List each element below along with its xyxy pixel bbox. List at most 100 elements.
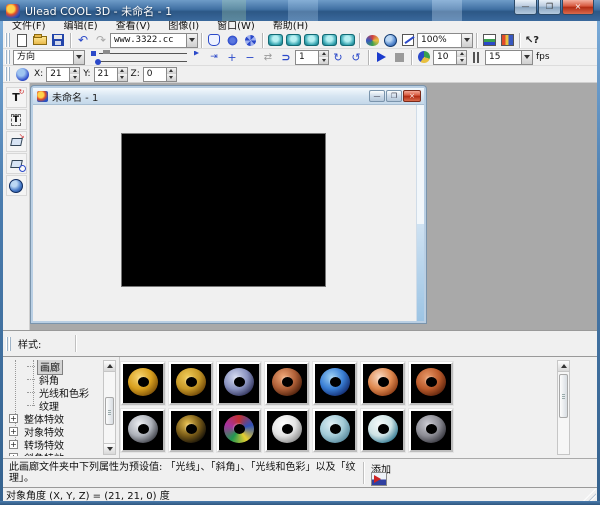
y-spinner[interactable]: 21 <box>94 67 128 82</box>
gallery-thumb-gold-camouflage[interactable] <box>169 409 213 452</box>
gallery-thumb-gold[interactable] <box>121 362 165 405</box>
document-restore-button[interactable]: ❐ <box>386 90 402 102</box>
insert-text-button[interactable]: T ↻ <box>6 87 27 108</box>
gallery-thumb-terracotta[interactable] <box>409 362 453 405</box>
menu-window[interactable]: 窗口(W) <box>208 21 264 32</box>
dropdown-arrow-icon[interactable] <box>521 51 532 64</box>
document-workspace[interactable] <box>33 105 424 321</box>
scrollbar-thumb[interactable] <box>105 397 114 425</box>
spinner-buttons[interactable] <box>166 68 176 81</box>
pan-tool-button[interactable] <box>205 32 223 48</box>
select-area-button[interactable] <box>241 32 259 48</box>
add-button[interactable] <box>371 472 387 486</box>
add-frame-button[interactable]: + <box>223 49 241 65</box>
menu-help[interactable]: 帮助(H) <box>264 21 317 32</box>
spinner-buttons[interactable] <box>456 51 466 64</box>
scene-object-button-1[interactable] <box>266 32 284 48</box>
scene-object-button-2[interactable] <box>284 32 302 48</box>
toolbar-grip[interactable] <box>5 50 10 64</box>
open-button[interactable] <box>31 32 49 48</box>
keyframe-slider[interactable] <box>89 50 201 65</box>
new-document-button[interactable] <box>13 32 31 48</box>
spinner-buttons[interactable] <box>117 68 127 81</box>
scene-object-button-4[interactable] <box>320 32 338 48</box>
gallery-thumb-frosted-blue[interactable] <box>313 409 357 452</box>
context-help-button[interactable]: ↖? <box>523 32 541 48</box>
menu-edit[interactable]: 编辑(E) <box>55 21 107 32</box>
gallery-thumb-stained-glass[interactable] <box>217 409 261 452</box>
menu-view[interactable]: 查看(V) <box>107 21 160 32</box>
palette-button[interactable] <box>363 32 381 48</box>
edit-graphics-button[interactable] <box>6 153 27 174</box>
resize-grip-icon[interactable] <box>583 488 596 501</box>
ease-curve-button[interactable]: ⊃ <box>277 49 295 65</box>
expand-plus-icon[interactable]: + <box>9 453 18 456</box>
z-spinner[interactable]: 0 <box>143 67 177 82</box>
title-bar[interactable]: Ulead COOL 3D - 未命名 - 1 — ❐ × <box>0 0 600 21</box>
document-close-button[interactable]: × <box>403 90 421 102</box>
web-gallery-button[interactable] <box>6 175 27 196</box>
minimize-button[interactable]: — <box>514 0 537 15</box>
spinner-buttons[interactable] <box>69 68 79 81</box>
gallery-thumb-white-glossy[interactable] <box>265 409 309 452</box>
scroll-up-icon[interactable] <box>104 361 115 372</box>
gallery-thumb-chrome-plate[interactable] <box>121 409 165 452</box>
insert-graphics-button[interactable]: ↘ <box>6 131 27 152</box>
panel-grip[interactable] <box>6 337 11 351</box>
tree-scrollbar[interactable] <box>103 360 116 455</box>
gallery-thumb-white-teal-swirl[interactable] <box>361 409 405 452</box>
scrollbar-thumb[interactable] <box>559 374 568 418</box>
spinner-buttons[interactable] <box>318 51 328 64</box>
gallery-thumb-steel-blue[interactable] <box>217 362 261 405</box>
scene-object-button-3[interactable] <box>302 32 320 48</box>
gallery-thumb-orange-swirl[interactable] <box>361 362 405 405</box>
expand-plus-icon[interactable]: + <box>9 414 18 423</box>
gallery-thumb-metal-flange[interactable] <box>409 409 453 452</box>
delete-frame-button[interactable]: − <box>241 49 259 65</box>
render-canvas[interactable] <box>121 133 326 287</box>
menu-file[interactable]: 文件(F) <box>3 21 55 32</box>
stop-button[interactable] <box>390 49 408 65</box>
document-scrollbar[interactable] <box>416 105 424 321</box>
scene-object-button-5[interactable] <box>338 32 356 48</box>
expand-plus-icon[interactable]: + <box>9 440 18 449</box>
web-button[interactable] <box>381 32 399 48</box>
fps-combobox[interactable]: 15 <box>485 50 533 65</box>
zoom-combobox[interactable]: 100% <box>417 33 473 48</box>
expand-plus-icon[interactable]: + <box>9 427 18 436</box>
document-title-bar[interactable]: 未命名 - 1 — ❐ × <box>33 88 424 105</box>
menu-image[interactable]: 图像(I) <box>159 21 208 32</box>
tree-item-bevel-effects[interactable]: +斜角特效 <box>7 451 101 456</box>
undo-button[interactable]: ↶ <box>74 32 92 48</box>
play-button[interactable] <box>372 49 390 65</box>
dropdown-arrow-icon[interactable] <box>461 34 472 47</box>
slider-dot-icon[interactable] <box>95 59 101 65</box>
reverse-button[interactable]: ⇄ <box>259 49 277 65</box>
close-button[interactable]: × <box>562 0 594 15</box>
gallery-scrollbar[interactable] <box>557 360 570 455</box>
pick-object-button[interactable] <box>223 32 241 48</box>
goto-start-button[interactable]: ⇥ <box>205 49 223 65</box>
gallery-thumb-copper-ring[interactable] <box>265 362 309 405</box>
maximize-button[interactable]: ❐ <box>538 0 561 15</box>
gallery-thumb-gold-rings[interactable] <box>169 362 213 405</box>
bounce-button[interactable]: ↺ <box>347 49 365 65</box>
edit-text-button[interactable]: T <box>6 109 27 130</box>
keyframe-marker-icon[interactable] <box>91 51 96 56</box>
scroll-up-icon[interactable] <box>558 361 569 372</box>
delay-spinner[interactable]: 10 <box>433 50 467 65</box>
url-combobox[interactable]: www.3322.cc <box>110 33 198 48</box>
redo-button[interactable]: ↷ <box>92 32 110 48</box>
slider-handle[interactable] <box>103 50 110 54</box>
document-minimize-button[interactable]: — <box>369 90 385 102</box>
scroll-down-icon[interactable] <box>104 443 115 454</box>
frame-marker-button[interactable] <box>467 49 485 65</box>
dropdown-arrow-icon[interactable] <box>186 34 197 47</box>
document-window[interactable]: 未命名 - 1 — ❐ × <box>31 86 426 323</box>
frame-spinner[interactable]: 1 <box>295 50 329 65</box>
gallery-thumb-blue-texture[interactable] <box>313 362 357 405</box>
save-button[interactable] <box>49 32 67 48</box>
edit-dimensions-button[interactable] <box>399 32 417 48</box>
preview-quality-button[interactable] <box>415 49 433 65</box>
export-image-button[interactable] <box>498 32 516 48</box>
